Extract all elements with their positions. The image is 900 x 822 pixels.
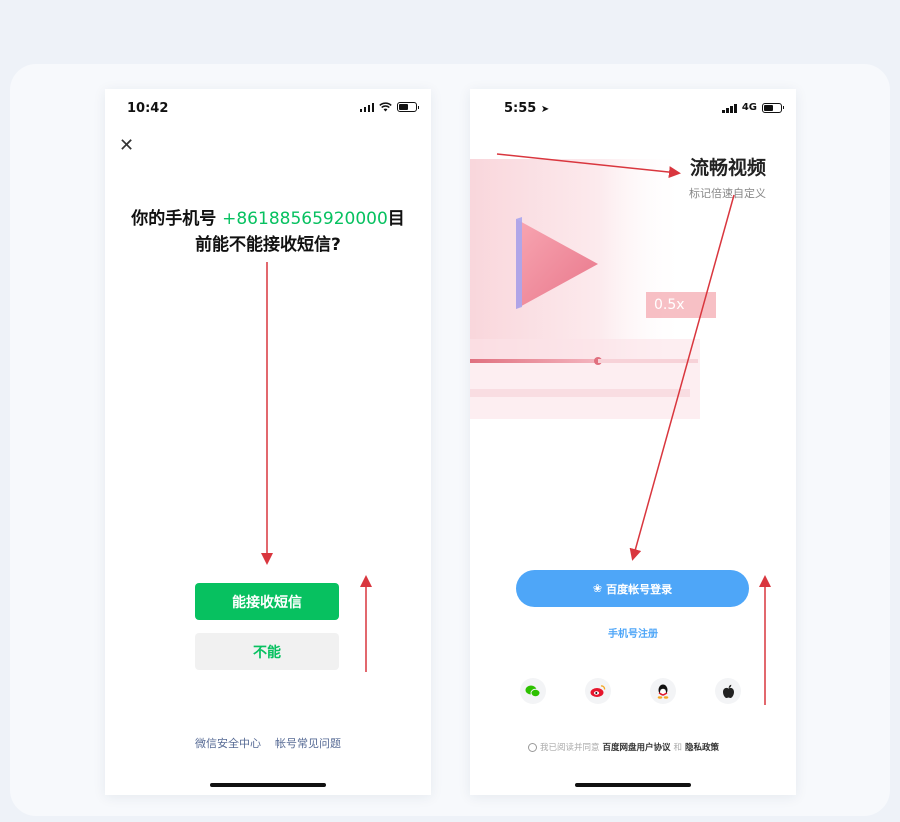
account-faq-link[interactable]: 帐号常见问题 [275,735,341,751]
question-prefix: 你的手机号 [131,209,223,229]
accept-sms-button[interactable]: 能接收短信 [195,583,339,620]
qq-icon[interactable] [650,678,676,704]
cannot-sms-button[interactable]: 不能 [195,633,339,670]
battery-icon [397,102,419,112]
phone-number: +86188565920000 [222,209,388,229]
signal-icon [359,102,374,112]
wechat-icon[interactable] [520,678,546,704]
wechat-sms-screen: 10:42 ✕ 你的手机号 +86188565920000目前能不能接收短信? … [105,89,431,795]
network-label: 4G [741,102,757,113]
baidu-login-label: 百度帐号登录 [606,582,673,596]
close-icon[interactable]: ✕ [119,135,134,156]
feature-subtitle: 标记倍速自定义 [689,187,766,200]
wifi-icon [379,102,392,112]
baidu-login-button[interactable]: ❀ 百度帐号登录 [516,570,749,607]
feature-title: 流畅视频 [689,157,766,179]
status-time: 5:55 ➤ [504,101,550,116]
speed-label: 0.5x [646,292,716,318]
agreement-and: 和 [673,743,683,753]
security-center-link[interactable]: 微信安全中心 [195,735,261,751]
home-indicator [210,783,326,787]
privacy-policy-link[interactable]: 隐私政策 [685,741,719,753]
phone-register-link[interactable]: 手机号注册 [470,625,796,640]
sms-question: 你的手机号 +86188565920000目前能不能接收短信? [127,206,409,258]
home-indicator [575,783,691,787]
location-arrow-icon: ➤ [540,104,550,115]
agreement-text: 我已阅读并同意 [540,743,600,753]
weibo-icon[interactable] [585,678,611,704]
apple-icon[interactable] [715,678,741,704]
status-icons: 4G [722,102,784,113]
status-time: 10:42 [127,101,169,116]
battery-icon [762,102,784,113]
baidu-login-screen: 5:55 ➤ 4G 流畅视频 标记倍速自定义 0.5x ❀ 百度帐号登录 手机号… [470,89,796,795]
baidu-paw-icon: ❀ [592,582,603,595]
footer-links: 微信安全中心 帐号常见问题 [105,735,431,751]
agreement-row: 我已阅读并同意 百度网盘用户协议 和 隐私政策 [528,741,719,753]
user-agreement-link[interactable]: 百度网盘用户协议 [603,741,671,753]
agreement-checkbox[interactable] [528,742,537,752]
signal-icon [722,103,737,113]
status-icons [359,102,419,112]
